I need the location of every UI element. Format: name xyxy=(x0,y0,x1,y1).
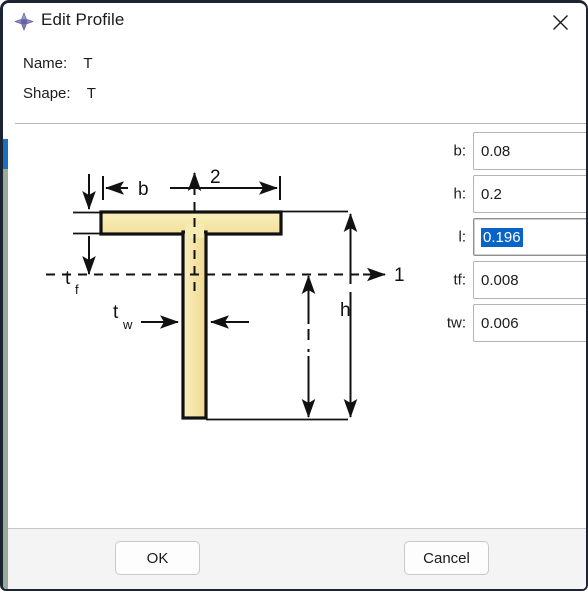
cancel-button-label: Cancel xyxy=(423,549,470,567)
profile-diagram: 2 1 b t f t w h xyxy=(18,164,428,484)
name-label: Name: xyxy=(23,55,68,72)
tf-label-main: t xyxy=(65,268,71,289)
shape-row: Shape: T xyxy=(23,85,96,102)
shape-label: Shape: xyxy=(23,85,71,102)
name-row: Name: T xyxy=(23,55,93,72)
dialog-body: 2 1 b t f t w h b: 0.08 h: 0.2 l: 0.196 … xyxy=(8,124,586,589)
input-b-value: 0.08 xyxy=(481,142,511,160)
field-row-h: h: 0.2 xyxy=(428,175,586,213)
input-h[interactable]: 0.2 xyxy=(473,175,586,213)
field-row-l: l: 0.196 xyxy=(428,218,586,256)
dialog-footer: OK Cancel xyxy=(8,529,586,589)
input-l[interactable]: 0.196 xyxy=(473,218,586,256)
field-row-b: b: 0.08 xyxy=(428,132,586,170)
cancel-button[interactable]: Cancel xyxy=(404,541,489,575)
field-label-tf: tf: xyxy=(453,271,466,289)
shape-value: T xyxy=(86,85,96,102)
tw-label-main: t xyxy=(113,302,119,323)
axis-1-label: 1 xyxy=(394,265,405,286)
axis-2-label: 2 xyxy=(210,167,221,188)
field-label-b: b: xyxy=(453,142,466,160)
close-icon xyxy=(552,14,569,31)
profile-web xyxy=(181,230,208,420)
b-label: b xyxy=(138,179,149,200)
title-bar: Edit Profile xyxy=(3,3,586,41)
window-title: Edit Profile xyxy=(41,10,125,29)
ok-button[interactable]: OK xyxy=(115,541,200,575)
field-row-tf: tf: 0.008 xyxy=(428,261,586,299)
input-tf-value: 0.008 xyxy=(481,271,519,289)
ok-button-label: OK xyxy=(146,549,169,567)
edit-profile-dialog: Edit Profile Name: T Shape: T 2 1 b t f … xyxy=(0,0,588,591)
input-tf[interactable]: 0.008 xyxy=(473,261,586,299)
input-tw-value: 0.006 xyxy=(481,314,519,332)
close-button[interactable] xyxy=(538,5,582,39)
tf-label-sub: f xyxy=(75,282,79,297)
h-label: h xyxy=(340,300,351,321)
input-h-value: 0.2 xyxy=(481,185,502,203)
name-value: T xyxy=(83,55,93,72)
input-tw[interactable]: 0.006 xyxy=(473,304,586,342)
field-row-tw: tw: 0.006 xyxy=(428,304,586,342)
input-l-value: 0.196 xyxy=(481,227,523,247)
field-label-h: h: xyxy=(453,185,466,203)
tw-label-sub: w xyxy=(122,317,133,332)
field-label-l: l: xyxy=(458,228,467,246)
input-b[interactable]: 0.08 xyxy=(473,132,586,170)
dialog-inner: Edit Profile Name: T Shape: T 2 1 b t f … xyxy=(3,3,586,589)
field-label-tw: tw: xyxy=(446,314,466,332)
profile-cross-icon xyxy=(13,12,35,34)
